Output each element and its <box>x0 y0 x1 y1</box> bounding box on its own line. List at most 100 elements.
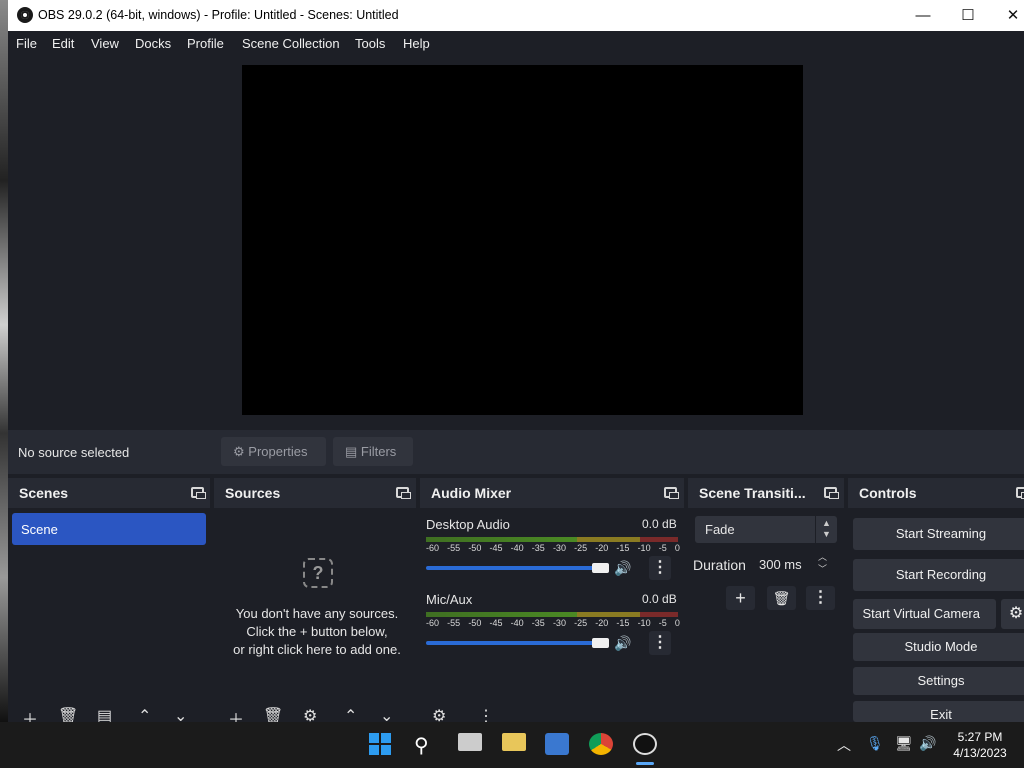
scale-tick: -55 <box>447 618 461 628</box>
duration-spinbox[interactable]: 300 ms ︿ ﹀ <box>750 551 837 578</box>
desktop-background <box>0 0 8 722</box>
chrome-icon[interactable] <box>589 733 613 755</box>
minimize-button[interactable]: — <box>900 0 946 31</box>
scenes-title: Scenes <box>19 485 69 501</box>
undock-icon[interactable] <box>1016 487 1024 499</box>
properties-button[interactable]: ⚙ Properties <box>221 437 326 466</box>
volume-icon[interactable]: 🔊 <box>919 735 936 752</box>
menu-file[interactable]: File <box>16 36 37 51</box>
transition-select[interactable]: Fade ▲ ▼ <box>695 516 837 543</box>
scale-tick: -25 <box>574 618 588 628</box>
spin-arrows-icon[interactable]: ︿ ﹀ <box>818 551 827 575</box>
mic-aux-db: 0.0 dB <box>642 592 677 606</box>
transition-value: Fade <box>705 522 735 537</box>
scale-tick: -50 <box>468 618 482 628</box>
maximize-button[interactable]: ☐ <box>945 0 991 31</box>
speaker-icon[interactable]: 🔊 <box>614 560 631 577</box>
exit-button[interactable]: Exit <box>853 701 1024 722</box>
obs-logo-icon <box>17 7 33 23</box>
scale-tick: -60 <box>426 543 440 553</box>
sources-dock-header: Sources <box>214 478 416 508</box>
undock-icon[interactable] <box>824 487 839 499</box>
remove-transition-button[interactable]: 🗑 <box>767 586 796 610</box>
mic-aux-meter <box>426 612 678 617</box>
scale-tick: -50 <box>468 543 482 553</box>
audio-mixer-title: Audio Mixer <box>431 485 512 501</box>
taskbar-clock[interactable]: 5:27 PM 4/13/2023 <box>940 729 1020 761</box>
start-streaming-button[interactable]: Start Streaming <box>853 518 1024 550</box>
question-mark-icon: ? <box>303 558 333 588</box>
close-button[interactable]: ✕ <box>990 0 1024 31</box>
title-bar[interactable]: OBS 29.0.2 (64-bit, windows) - Profile: … <box>8 0 1024 31</box>
undock-icon[interactable] <box>396 487 411 499</box>
gear-icon: ⚙ <box>233 444 245 459</box>
sources-title: Sources <box>225 485 281 501</box>
scale-tick: 0 <box>674 543 680 553</box>
menu-scene-collection[interactable]: Scene Collection <box>242 36 340 51</box>
microsoft-store-icon[interactable] <box>545 733 569 755</box>
desktop-audio-scale: -60 -55 -50 -45 -40 -35 -30 -25 -20 -15 -10 -5 0 <box>426 543 680 553</box>
sources-dock: Sources <box>214 478 416 722</box>
settings-button[interactable]: Settings <box>853 667 1024 695</box>
menu-bar: File Edit View Docks Profile Scene Colle… <box>8 31 1024 56</box>
scale-tick: -15 <box>616 543 630 553</box>
menu-view[interactable]: View <box>91 36 119 51</box>
menu-profile[interactable]: Profile <box>187 36 224 51</box>
add-transition-button[interactable]: + <box>726 586 755 610</box>
start-recording-button[interactable]: Start Recording <box>853 559 1024 591</box>
undock-icon[interactable] <box>191 487 206 499</box>
filters-button[interactable]: ▤ Filters <box>333 437 413 466</box>
scale-tick: -55 <box>447 543 461 553</box>
task-view-icon[interactable] <box>458 733 482 751</box>
start-virtual-camera-label: Start Virtual Camera <box>862 606 980 621</box>
controls-header: Controls <box>848 478 1024 508</box>
desktop-audio-menu-button[interactable]: ⋮ <box>649 556 671 580</box>
start-virtual-camera-button[interactable]: Start Virtual Camera <box>853 599 996 629</box>
scale-tick: -40 <box>510 543 524 553</box>
menu-docks[interactable]: Docks <box>135 36 171 51</box>
source-toolbar: No source selected ⚙ Properties ▤ Filter… <box>8 430 1024 474</box>
updown-chevron-icon: ▲ ▼ <box>815 516 837 543</box>
mic-aux-volume-slider[interactable] <box>426 641 594 645</box>
obs-taskbar-icon[interactable] <box>633 733 657 755</box>
menu-edit[interactable]: Edit <box>52 36 74 51</box>
chevron-up-icon[interactable]: ︿ <box>837 735 851 755</box>
scene-name: Scene <box>21 522 58 537</box>
scale-tick: -45 <box>489 543 503 553</box>
scale-tick: -45 <box>489 618 503 628</box>
studio-mode-button[interactable]: Studio Mode <box>853 633 1024 661</box>
scene-list-item[interactable]: Scene <box>12 513 206 545</box>
network-icon[interactable]: 🖥 <box>895 735 913 752</box>
scale-tick: -25 <box>574 543 588 553</box>
controls-title: Controls <box>859 485 917 501</box>
properties-label: Properties <box>248 444 308 459</box>
menu-tools[interactable]: Tools <box>355 36 385 51</box>
empty-sources-line1: You don't have any sources. <box>235 606 399 621</box>
mic-aux-volume-handle[interactable] <box>592 638 609 648</box>
scale-tick: -5 <box>658 543 667 553</box>
clock-time: 5:27 PM <box>957 730 1003 744</box>
desktop-audio-volume-handle[interactable] <box>592 563 609 573</box>
window-title: OBS 29.0.2 (64-bit, windows) - Profile: … <box>38 8 399 22</box>
file-explorer-icon[interactable] <box>502 733 526 751</box>
scale-tick: -35 <box>531 618 545 628</box>
preview-canvas[interactable] <box>242 65 803 415</box>
search-icon[interactable]: ⚲ <box>414 733 438 757</box>
transition-menu-button[interactable]: ⋮ <box>806 586 835 610</box>
speaker-icon[interactable]: 🔊 <box>614 635 631 652</box>
virtual-camera-settings-icon[interactable]: ⚙ <box>1001 599 1024 629</box>
mic-aux-scale: -60 -55 -50 -45 -40 -35 -30 -25 -20 -15 -10 -5 0 <box>426 618 680 628</box>
duration-value: 300 ms <box>759 557 802 572</box>
scene-transitions-title: Scene Transiti... <box>699 485 806 501</box>
clock-date: 4/13/2023 <box>953 746 1007 760</box>
scale-tick: -35 <box>531 543 545 553</box>
desktop-audio-label: Desktop Audio <box>426 517 510 532</box>
mic-aux-menu-button[interactable]: ⋮ <box>649 631 671 655</box>
desktop-audio-volume-slider[interactable] <box>426 566 594 570</box>
undock-icon[interactable] <box>664 487 679 499</box>
menu-help[interactable]: Help <box>403 36 430 51</box>
windows-start-icon[interactable] <box>369 733 391 755</box>
scale-tick: -30 <box>552 618 566 628</box>
microphone-icon[interactable]: 🎙 <box>866 735 884 752</box>
scale-tick: -20 <box>595 543 609 553</box>
